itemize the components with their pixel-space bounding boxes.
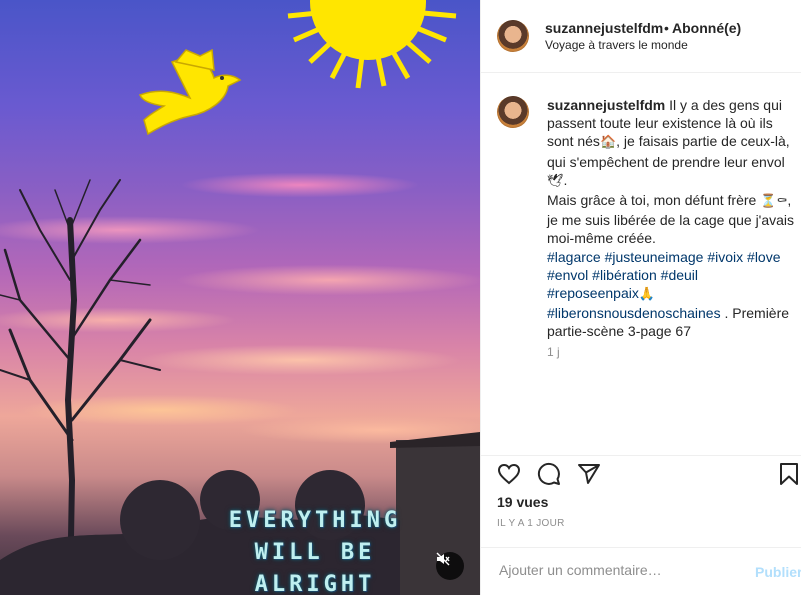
overlay-text-line-3: ALRIGHT	[254, 572, 376, 595]
post-caption: suzannejustelfdm Il y a des gens qui pas…	[547, 96, 797, 341]
comment-form: Publier	[481, 547, 801, 596]
share-icon[interactable]	[577, 462, 601, 486]
follow-status-button[interactable]: Abonné(e)	[672, 20, 741, 36]
hashtag-link[interactable]: #liberonsnousdenoschaines	[547, 305, 721, 321]
coffin-emoji: ⚰	[776, 194, 788, 210]
bird-illustration	[139, 48, 242, 136]
hashtag-link[interactable]: #deuil	[661, 267, 698, 283]
header-separator: •	[664, 20, 669, 36]
dove-emoji: 🕊	[547, 173, 564, 189]
mute-button[interactable]	[436, 552, 464, 580]
comment-input[interactable]	[497, 561, 731, 579]
hashtag-link[interactable]: #reposeenpaix	[547, 285, 639, 301]
author-username-link[interactable]: suzannejustelfdm	[545, 20, 663, 36]
sun-illustration	[287, 0, 457, 89]
caption-text: .	[563, 171, 568, 188]
post-location-link[interactable]: Voyage à travers le monde	[545, 38, 688, 52]
views-count[interactable]: 19 vues	[497, 494, 548, 510]
post-date[interactable]: IL Y A 1 JOUR	[497, 518, 565, 529]
overlay-text-line-2: WILL BE	[254, 540, 376, 565]
caption-avatar[interactable]	[497, 96, 529, 128]
author-avatar[interactable]	[497, 20, 529, 52]
publish-button[interactable]: Publier	[755, 564, 801, 580]
action-bar	[481, 455, 801, 490]
post-header: suzannejustelfdm • Abonné(e) Voyage à tr…	[481, 0, 801, 73]
post-viewer: EVERYTHING WILL BE ALRIGHT suzannejustel…	[0, 0, 801, 595]
caption-username-link[interactable]: suzannejustelfdm	[547, 97, 665, 113]
hashtag-link[interactable]: #libération	[592, 267, 657, 283]
caption-timestamp[interactable]: 1 j	[547, 345, 560, 359]
hashtag-link[interactable]: #envol	[547, 267, 588, 283]
hashtag-link[interactable]: #lagarce	[547, 249, 601, 265]
caption-text: Mais grâce à toi, mon défunt frère	[547, 192, 761, 209]
hashtag-link[interactable]: #love	[747, 249, 780, 265]
hourglass-emoji: ⏳	[760, 194, 777, 210]
heart-icon[interactable]	[497, 462, 521, 486]
post-details-panel: suzannejustelfdm • Abonné(e) Voyage à tr…	[480, 0, 801, 595]
post-video[interactable]: EVERYTHING WILL BE ALRIGHT	[0, 0, 480, 595]
hashtag-link[interactable]: #justeuneimage	[605, 249, 704, 265]
house-emoji: 🏠	[599, 135, 617, 151]
video-scene	[0, 0, 480, 595]
pray-emoji: 🙏	[638, 287, 656, 303]
bookmark-icon[interactable]	[777, 462, 801, 486]
overlay-text-line-1: EVERYTHING	[228, 508, 402, 533]
hashtag-link[interactable]: #ivoix	[707, 249, 743, 265]
speaker-muted-icon	[436, 552, 450, 566]
comment-icon[interactable]	[537, 462, 561, 486]
